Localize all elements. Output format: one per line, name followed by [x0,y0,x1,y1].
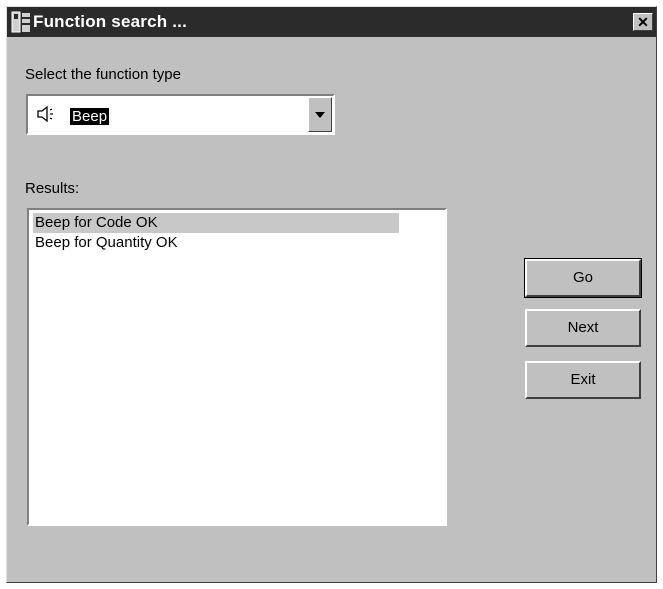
dropdown-button[interactable] [308,97,332,132]
speaker-icon [37,105,53,123]
go-button[interactable]: Go [524,258,642,298]
next-button[interactable]: Next [525,309,641,347]
window-title: Function search ... [33,12,187,31]
chevron-down-icon [315,112,325,118]
function-search-dialog: Function search ... ✕ Select the functio… [6,6,657,583]
function-type-combobox[interactable]: Beep [26,94,335,135]
function-type-value: Beep [70,108,110,125]
list-item[interactable]: Beep for Quantity OK [33,233,178,253]
function-type-label: Select the function type [25,66,181,83]
results-label: Results: [25,180,80,197]
results-listbox[interactable]: Beep for Code OK Beep for Quantity OK [27,208,447,526]
list-item[interactable]: Beep for Code OK [33,213,399,233]
exit-button[interactable]: Exit [525,361,641,399]
close-button[interactable]: ✕ [633,13,653,31]
title-bar[interactable]: Function search ... ✕ [7,7,656,37]
app-icon [11,11,30,33]
